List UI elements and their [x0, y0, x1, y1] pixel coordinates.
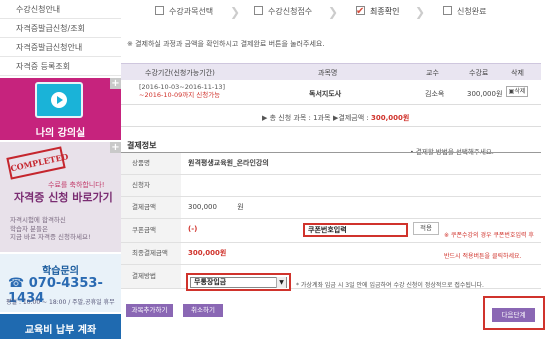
payment-method-select[interactable]: 무통장입금 ▼ [190, 277, 287, 288]
my-classroom-banner[interactable]: 나의 강의실 + [0, 78, 121, 140]
contact-hours: 평일 : 10:00 ~ 18:00 / 주말,공휴일 휴무 [6, 299, 115, 306]
tuition-account-banner[interactable]: 교육비 납부 계좌 [0, 314, 121, 339]
step-apply-receipt: 수강신청접수 [254, 3, 312, 21]
payment-row-amount: 결제금액 300,000 원 [121, 197, 541, 219]
contact-box: 학습문의 ☎ 070-4353-1434 평일 : 10:00 ~ 18:00 … [0, 254, 121, 312]
course-period: [2016-10-03~2016-11-13] ~2016-10-09까지 신청… [139, 83, 225, 99]
coupon-controls: 쿠폰번호입력 적용 ※ 쿠폰수강의 경우 쿠폰번호입력 후 반드시 적용버튼을 … [121, 222, 541, 260]
sidebar-menu: 수강신청안내 자격증발급신청/조회 자격증발급신청안내 자격증 등록조회 [0, 0, 121, 76]
row-label: 상품명 [121, 153, 181, 174]
cancel-button[interactable]: 취소하기 [183, 304, 223, 317]
page-root: 수강신청안내 자격증발급신청/조회 자격증발급신청안내 자격증 등록조회 나의 … [0, 0, 550, 339]
course-summary: ▶ 총 신청 과목 : 1과목 ▶결제금액 : 300,000원 [121, 105, 541, 127]
coupon-input[interactable]: 쿠폰번호입력 [303, 223, 408, 237]
table-header: 수강기간(신청가능기간) 과목명 교수 수강료 삭제 [121, 63, 541, 80]
step-final-confirm: 최종확인 [356, 3, 399, 21]
row-label: 최종결제금액 [121, 243, 181, 264]
step-label: 최종확인 [370, 7, 400, 16]
course-teacher: 김소옥 [425, 90, 445, 98]
column-header: 과목명 [318, 69, 338, 77]
amount-value: 300,000 원 [188, 197, 244, 218]
plus-icon[interactable]: + [110, 78, 121, 89]
contact-label: 학습문의 [42, 266, 79, 277]
chevron-right-icon: ❯ [415, 5, 426, 19]
product-name: 원격평생교육원_온라인강의 [188, 159, 269, 167]
column-header: 수강기간(신청가능기간) [145, 69, 215, 77]
payment-row-product: 상품명 원격평생교육원_온라인강의 [121, 153, 541, 175]
payment-section-title: 결제정보 [127, 141, 157, 150]
cert-apply-link[interactable]: 자격증 신청 바로가기 [14, 189, 113, 205]
checkbox-icon [443, 6, 452, 15]
sidebar-item-cert-apply[interactable]: 자격증발급신청/조회 [0, 19, 121, 38]
column-header: 교수 [426, 69, 439, 77]
total-courses: ▶ 총 신청 과목 : 1과목 [262, 114, 331, 122]
row-label: 신청자 [121, 175, 181, 196]
my-classroom-title: 나의 강의실 [35, 128, 86, 139]
payment-method-highlight: 무통장입금 ▼ [186, 273, 291, 291]
next-step-highlight: 다음단계 [483, 296, 545, 330]
checkbox-icon [155, 6, 164, 15]
coupon-apply-button[interactable]: 적용 [413, 222, 439, 235]
course-price: 300,000원 [467, 90, 503, 98]
apply-deadline: ~2016-10-09까지 신청가능 [139, 91, 221, 99]
step-label: 신청완료 [457, 7, 487, 16]
amount-unit: 원 [237, 203, 244, 211]
column-header: 수강료 [469, 69, 489, 77]
delete-label: 삭제 [514, 88, 526, 95]
table-row: [2016-10-03~2016-11-13] ~2016-10-09까지 신청… [121, 80, 541, 105]
sidebar: 수강신청안내 자격증발급신청/조회 자격증발급신청안내 자격증 등록조회 나의 … [0, 0, 121, 339]
step-label: 수강과목선택 [169, 7, 214, 16]
final-amount: 300,000원 [188, 249, 227, 257]
plus-icon[interactable]: + [110, 142, 121, 153]
course-table: 수강기간(신청가능기간) 과목명 교수 수강료 삭제 [2016-10-03~2… [121, 63, 541, 127]
total-amount-label: ▶결제금액 : [333, 114, 369, 122]
cert-description: 자격시험에 합격하신 학습자 분들은 지금 바로 자격증 신청하세요! [10, 216, 91, 242]
payment-table: 상품명 원격평생교육원_온라인강의 신청자 결제금액 300,000 원 쿠폰금… [121, 152, 541, 289]
phone-icon: ☎ [8, 276, 25, 291]
completed-stamp: COMPLETED [6, 146, 69, 180]
checkbox-icon [254, 6, 263, 15]
cert-desc-line: 학습자 분들은 [10, 224, 48, 233]
step-select-course: 수강과목선택 [155, 3, 213, 21]
sidebar-item-cert-lookup[interactable]: 자격증 등록조회 [0, 57, 121, 76]
step-label: 수강신청접수 [268, 7, 313, 16]
period-dates: [2016-10-03~2016-11-13] [139, 83, 226, 91]
payment-row-final: 최종결제금액 300,000원 [121, 243, 541, 265]
coupon-area: (-) 0원 쿠폰번호입력 적용 ※ 쿠폰수강의 경우 쿠폰번호입력 후 반드시… [188, 219, 538, 260]
column-header: 삭제 [511, 69, 524, 77]
payment-row-applicant: 신청자 [121, 175, 541, 197]
cert-apply-banner[interactable]: COMPLETED 수료를 축하합니다! 자격증 신청 바로가기 자격시험에 합… [0, 142, 121, 252]
course-name: 독서지도사 [309, 90, 342, 98]
tuition-label: 교육비 납부 계좌 [24, 325, 97, 336]
sidebar-item-cert-guide[interactable]: 자격증발급신청안내 [0, 38, 121, 57]
progress-steps: 수강과목선택 ❯ 수강신청접수 ❯ 최종확인 ❯ 신청완료 [145, 3, 550, 21]
payment-row-coupon: 쿠폰금액 (-) 0원 쿠폰번호입력 적용 ※ 쿠폰수강의 경우 쿠폰번호입력 … [121, 219, 541, 260]
total-amount: ▶결제금액 : 300,000원 [333, 113, 409, 123]
payment-method-value: 무통장입금 [194, 278, 227, 286]
row-label: 결제금액 [121, 197, 181, 218]
delete-button[interactable]: ▣삭제 [506, 86, 528, 97]
next-step-button[interactable]: 다음단계 [492, 308, 535, 322]
video-thumbnail [35, 82, 83, 118]
payment-notice: ※ 결제하실 과정과 금액을 확인하시고 결제완료 버튼을 눌러주세요. [127, 40, 325, 48]
cert-desc-line: 자격시험에 합격하신 [10, 216, 66, 224]
step-complete: 신청완료 [443, 3, 486, 21]
cert-desc-line: 지금 바로 자격증 신청하세요! [10, 233, 91, 241]
row-label: 결제방법 [121, 265, 181, 288]
add-course-button[interactable]: 과목추가하기 [126, 304, 173, 317]
sidebar-item-course-guide[interactable]: 수강신청안내 [0, 0, 121, 19]
total-amount-value: 300,000원 [370, 114, 410, 122]
amount-number: 300,000 [188, 203, 217, 211]
checkbox-checked-icon [356, 3, 365, 21]
chevron-down-icon: ▼ [276, 277, 286, 288]
chevron-right-icon: ❯ [230, 5, 241, 19]
play-icon [51, 92, 67, 108]
chevron-right-icon: ❯ [328, 5, 339, 19]
virtual-account-note: * 가상계좌 입금 시 3일 안에 입금하여 수강 신청이 정상적으로 접수됩니… [296, 282, 484, 289]
